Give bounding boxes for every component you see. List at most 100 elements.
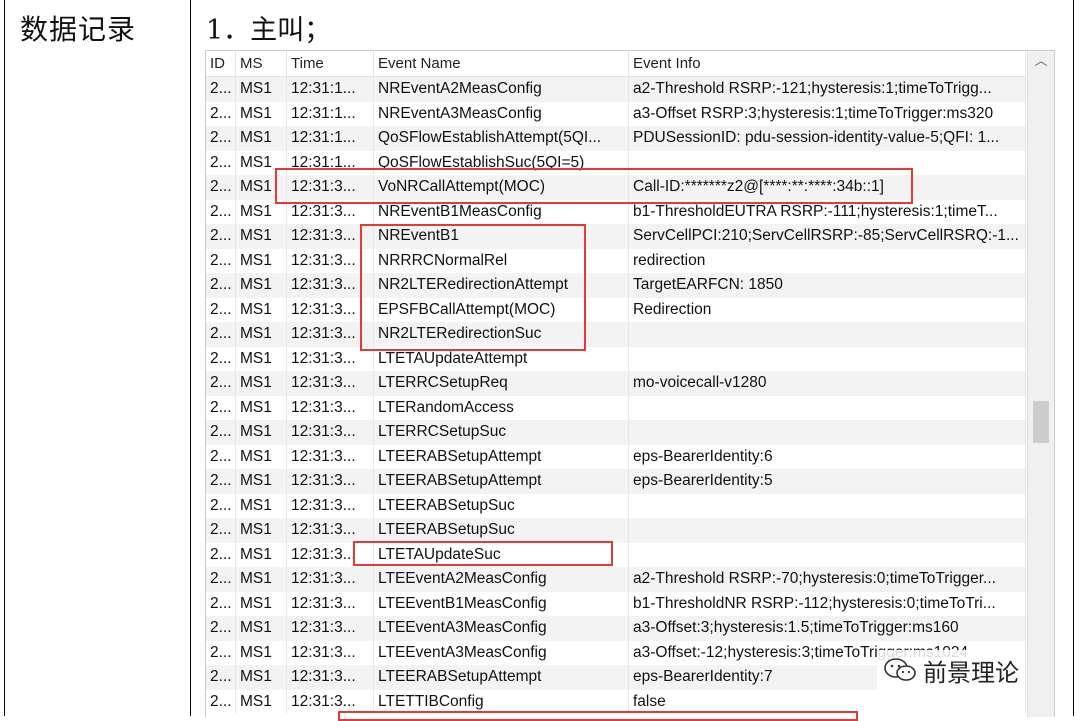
cell-event-info [629, 518, 1026, 543]
table-row[interactable]: 2... MS1 12:31:1... QoSFlowEstablishAttempt… [206, 126, 1026, 151]
vertical-scrollbar[interactable]: ︿ [1027, 51, 1054, 717]
cell-time: 12:31:1... [287, 126, 374, 151]
cell-id: 2... [206, 297, 236, 322]
cell-id: 2... [206, 224, 236, 249]
table-row[interactable]: 2... MS1 12:31:1... NREventA3MeasConfig a3-O… [206, 101, 1026, 126]
table-row[interactable]: 2... MS1 12:31:1... QoSFlowEstablishSuc(5QI… [206, 150, 1026, 175]
cell-event-info [629, 420, 1026, 445]
table-row[interactable]: 2... MS1 12:31:3... LTETTIBConfig false [206, 689, 1026, 714]
table-row[interactable]: 2... MS1 12:31:3... LTERRCSetupReq mo-voicec… [206, 371, 1026, 396]
table-row[interactable]: 2... MS1 12:31:1... NREventA2MeasConfig a2-T… [206, 77, 1026, 102]
table-row[interactable]: 2... MS1 12:31:3... LTETAUpdateSuc [206, 542, 1026, 567]
cell-event-info [629, 493, 1026, 518]
cell-id: 2... [206, 371, 236, 396]
table-border-middle [190, 0, 191, 716]
cell-ms: MS1 [236, 346, 287, 371]
cell-ms: MS1 [236, 77, 287, 102]
cell-event-info [629, 150, 1026, 175]
cell-time: 12:31:3... [287, 591, 374, 616]
cell-event-name: LTEEventA3MeasConfig [374, 616, 629, 641]
cell-event-info: a2-Threshold RSRP:-121;hysteresis:1;time… [629, 77, 1026, 102]
cell-event-name: NREventA3MeasConfig [374, 101, 629, 126]
column-header-event-info[interactable]: Event Info [629, 51, 1026, 76]
table-row[interactable]: 2... MS1 12:31:3... VoNRCallAttempt(MOC) Cal… [206, 175, 1026, 200]
table-border-right [1073, 0, 1074, 716]
cell-id: 2... [206, 689, 236, 714]
cell-event-name: NREventB1MeasConfig [374, 199, 629, 224]
table-row[interactable]: 2... MS1 12:31:3... LTEEventA3MeasConfig a3-… [206, 616, 1026, 641]
cell-event-name: NR2LTERedirectionAttempt [374, 273, 629, 298]
cell-time: 12:31:1... [287, 77, 374, 102]
scroll-up-icon[interactable]: ︿ [1028, 51, 1054, 73]
cell-ms: MS1 [236, 493, 287, 518]
cell-event-name: LTERandomAccess [374, 395, 629, 420]
cell-time: 12:31:3... [287, 518, 374, 543]
table-row[interactable]: 2... MS1 12:31:3... NR2LTERedirectionAttemp… [206, 273, 1026, 298]
table-row[interactable]: 2... MS1 12:31:3... LTETAUpdateAttempt [206, 346, 1026, 371]
cell-event-info [629, 542, 1026, 567]
cell-event-name: NREventB1 [374, 224, 629, 249]
cell-id: 2... [206, 322, 236, 347]
table-row[interactable]: 2... MS1 12:31:3... NREventB1MeasConfig b1-T… [206, 199, 1026, 224]
cell-id: 2... [206, 567, 236, 592]
cell-time: 12:31:3... [287, 224, 374, 249]
record-label: 数据记录 [20, 13, 137, 46]
cell-time: 12:31:3... [287, 689, 374, 714]
event-grid: ID MS Time Event Name Event Info 2... MS1… [205, 50, 1055, 717]
cell-event-name: NR2LTERedirectionSuc [374, 322, 629, 347]
cell-time: 12:31:1... [287, 150, 374, 175]
cell-event-name: NRRRCNormalRel [374, 248, 629, 273]
table-row[interactable]: 2... MS1 12:31:3... LTEERABSetupAttempt eps-… [206, 444, 1026, 469]
table-row[interactable]: 2... MS1 12:31:3... LTEERABSetupSuc [206, 493, 1026, 518]
cell-event-name: LTERRCSetupReq [374, 371, 629, 396]
table-row[interactable]: 2... MS1 12:31:3... LTEERABSetupAttempt eps-… [206, 469, 1026, 494]
cell-event-info: ServCellPCI:210;ServCellRSRP:-85;ServCel… [629, 224, 1026, 249]
table-row[interactable]: 2... MS1 12:31:3... LTEEventB1MeasConfig b1-… [206, 591, 1026, 616]
cell-ms: MS1 [236, 567, 287, 592]
table-row[interactable]: 2... MS1 12:31:3... NR2LTERedirectionSuc [206, 322, 1026, 347]
cell-time: 12:31:3... [287, 665, 374, 690]
cell-ms: MS1 [236, 689, 287, 714]
cell-time: 12:31:3... [287, 444, 374, 469]
cell-time: 12:31:3... [287, 420, 374, 445]
cell-event-info: b1-ThresholdNR RSRP:-112;hysteresis:0;ti… [629, 591, 1026, 616]
column-header-ms[interactable]: MS [236, 51, 287, 76]
cell-ms: MS1 [236, 420, 287, 445]
document-table: 数据记录 1．主叫； ID MS Time Event Name Event I… [0, 0, 1080, 721]
cell-event-info: a3-Offset RSRP:3;hysteresis:1;timeToTrig… [629, 101, 1026, 126]
cell-time: 12:31:3... [287, 616, 374, 641]
watermark: 前景理论 [877, 650, 1025, 690]
cell-ms: MS1 [236, 322, 287, 347]
cell-id: 2... [206, 126, 236, 151]
cell-id: 2... [206, 640, 236, 665]
cell-ms: MS1 [236, 518, 287, 543]
section-title: 1．主叫； [206, 15, 332, 46]
cell-event-info: Redirection [629, 297, 1026, 322]
column-header-event-name[interactable]: Event Name [374, 51, 629, 76]
column-header-time[interactable]: Time [287, 51, 374, 76]
table-row[interactable]: 2... MS1 12:31:3... NREventB1 ServCellPCI:21… [206, 224, 1026, 249]
cell-event-info [629, 322, 1026, 347]
table-row[interactable]: 2... MS1 12:31:3... EPSFBCallAttempt(MOC) Re… [206, 297, 1026, 322]
cell-event-info [629, 395, 1026, 420]
table-row[interactable]: 2... MS1 12:31:3... NRRRCNormalRel redirecti… [206, 248, 1026, 273]
cell-id: 2... [206, 273, 236, 298]
table-row[interactable]: 2... MS1 12:31:3... LTEERABSetupSuc [206, 518, 1026, 543]
scroll-thumb[interactable] [1033, 401, 1049, 443]
cell-ms: MS1 [236, 101, 287, 126]
table-row[interactable]: 2... MS1 12:31:3... LTERRCSetupSuc [206, 420, 1026, 445]
cell-id: 2... [206, 395, 236, 420]
cell-event-name: LTEERABSetupAttempt [374, 444, 629, 469]
cell-event-info: mo-voicecall-v1280 [629, 371, 1026, 396]
cell-id: 2... [206, 175, 236, 200]
table-row[interactable]: 2... MS1 12:31:3... LTERandomAccess [206, 395, 1026, 420]
table-row[interactable]: 2... MS1 12:31:3... LTEEventA2MeasConfig a2-… [206, 567, 1026, 592]
cell-ms: MS1 [236, 665, 287, 690]
grid-header: ID MS Time Event Name Event Info [206, 51, 1026, 77]
column-header-id[interactable]: ID [206, 51, 236, 76]
cell-event-name: LTEEventA2MeasConfig [374, 567, 629, 592]
cell-event-info: redirection [629, 248, 1026, 273]
cell-id: 2... [206, 199, 236, 224]
cell-ms: MS1 [236, 371, 287, 396]
cell-id: 2... [206, 420, 236, 445]
